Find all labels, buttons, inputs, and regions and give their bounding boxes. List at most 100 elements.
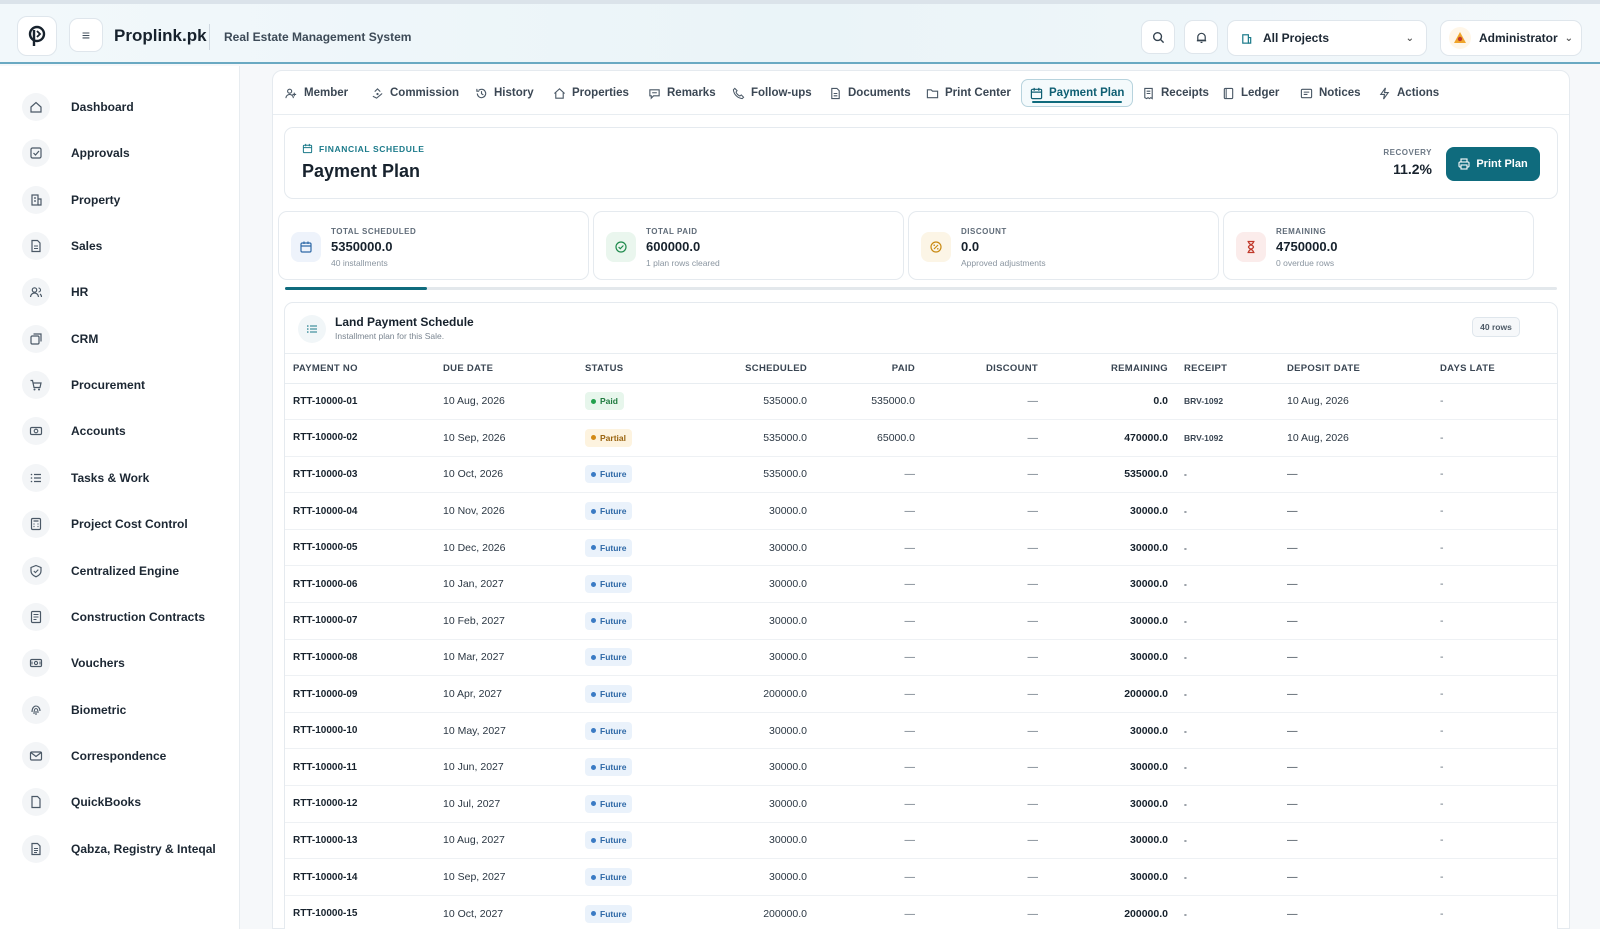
scheduled-cell: 30000.0 <box>685 822 815 860</box>
column-header-deposit-date[interactable]: DEPOSIT DATE <box>1279 354 1432 384</box>
sidebar-item-centralized-engine[interactable]: Centralized Engine <box>0 549 240 593</box>
table-row[interactable]: RTT-10000-13 10 Aug, 2027 Future 30000.0— —3… <box>285 822 1557 860</box>
due-date-cell: 10 Jun, 2027 <box>435 748 577 787</box>
tab-member[interactable]: Member <box>277 79 356 107</box>
status-dot <box>591 764 596 770</box>
scheduled-cell: 200000.0 <box>685 675 815 713</box>
scheduled-cell: 535000.0 <box>685 383 815 421</box>
column-header-days-late[interactable]: DAYS LATE <box>1432 354 1557 384</box>
tab-receipts[interactable]: Receipts <box>1134 79 1217 107</box>
search-button[interactable] <box>1141 20 1175 54</box>
sidebar-item-biometric[interactable]: Biometric <box>0 688 240 732</box>
column-header-receipt[interactable]: RECEIPT <box>1176 354 1279 384</box>
table-row[interactable]: RTT-10000-03 10 Oct, 2026 Future 535000.0— —… <box>285 456 1557 494</box>
table-row[interactable]: RTT-10000-01 10 Aug, 2026 Paid 535000.0 5350… <box>285 383 1557 421</box>
project-select[interactable]: All Projects ⌄ <box>1227 20 1427 56</box>
deposit-date-cell: — <box>1279 492 1432 530</box>
sidebar-item-accounts[interactable]: Accounts <box>0 409 240 453</box>
page-title: Payment Plan <box>302 161 421 181</box>
tab-remarks[interactable]: Remarks <box>640 79 724 107</box>
recovery-progress-fill <box>285 287 428 290</box>
table-row[interactable]: RTT-10000-11 10 Jun, 2027 Future 30000.0— —3… <box>285 748 1557 787</box>
status-dot <box>591 837 596 843</box>
column-header-payment-no[interactable]: PAYMENT NO <box>285 354 435 384</box>
sidebar-item-label: QuickBooks <box>71 795 142 810</box>
sidebar-item-qabza-registry-inteqal[interactable]: Qabza, Registry & Inteqal <box>0 827 240 871</box>
column-header-discount[interactable]: DISCOUNT <box>923 354 1046 384</box>
tab-notices[interactable]: Notices <box>1292 79 1369 107</box>
table-row[interactable]: RTT-10000-06 10 Jan, 2027 Future 30000.0— —3… <box>285 565 1557 604</box>
sidebar-item-dashboard[interactable]: Dashboard <box>0 85 240 129</box>
cash-icon <box>22 417 50 446</box>
scheduled-cell: 30000.0 <box>685 602 815 640</box>
status-cell: Future <box>577 639 685 677</box>
fingerprint-icon <box>22 695 50 724</box>
scheduled-cell: 535000.0 <box>685 419 815 457</box>
tab-print-center[interactable]: Print Center <box>918 79 1019 107</box>
notifications-button[interactable] <box>1184 20 1218 54</box>
table-row[interactable]: RTT-10000-12 10 Jul, 2027 Future 30000.0— —3… <box>285 785 1557 823</box>
users-icon <box>22 278 50 307</box>
table-row[interactable]: RTT-10000-10 10 May, 2027 Future 30000.0— —3… <box>285 712 1557 750</box>
deposit-date-cell: 10 Aug, 2026 <box>1279 383 1432 421</box>
sidebar-item-sales[interactable]: Sales <box>0 224 240 268</box>
column-header-remaining[interactable]: REMAINING <box>1046 354 1176 384</box>
proplink-logo[interactable] <box>17 16 57 56</box>
status-text: Paid <box>600 396 618 407</box>
sidebar-item-label: Vouchers <box>71 656 125 671</box>
table-row[interactable]: RTT-10000-02 10 Sep, 2026 Partial 535000.0 6… <box>285 419 1557 457</box>
sidebar-item-label: Correspondence <box>71 748 167 763</box>
column-header-scheduled[interactable]: SCHEDULED <box>685 354 815 384</box>
tab-properties[interactable]: Properties <box>545 79 637 107</box>
sidebar-item-label: Construction Contracts <box>71 609 206 624</box>
status-text: Future <box>600 689 627 700</box>
tab-actions[interactable]: Actions <box>1370 79 1447 107</box>
discount-cell: — <box>923 456 1046 494</box>
print-plan-button[interactable]: Print Plan <box>1446 147 1540 181</box>
sidebar-item-label: Procurement <box>71 378 146 393</box>
remaining-cell: 30000.0 <box>1046 748 1176 787</box>
user-menu[interactable]: Administrator ⌄ <box>1440 20 1582 56</box>
tab-documents[interactable]: Documents <box>821 79 919 107</box>
sidebar-item-correspondence[interactable]: Correspondence <box>0 734 240 778</box>
sidebar-item-crm[interactable]: CRM <box>0 317 240 361</box>
status-badge: Future <box>585 721 633 740</box>
sidebar-item-hr[interactable]: HR <box>0 270 240 314</box>
tab-payment-plan[interactable]: Payment Plan <box>1021 79 1134 107</box>
tab-ledger[interactable]: Ledger <box>1214 79 1287 107</box>
table-row[interactable]: RTT-10000-05 10 Dec, 2026 Future 30000.0— —3… <box>285 529 1557 567</box>
sidebar-item-quickbooks[interactable]: QuickBooks <box>0 780 240 824</box>
days-late-cell: - <box>1432 639 1557 677</box>
sidebar-item-project-cost-control[interactable]: Project Cost Control <box>0 502 240 546</box>
column-header-paid[interactable]: PAID <box>815 354 923 384</box>
table-row[interactable]: RTT-10000-15 10 Oct, 2027 Future 200000.0— —… <box>285 895 1557 929</box>
table-row[interactable]: RTT-10000-14 10 Sep, 2027 Future 30000.0— —3… <box>285 858 1557 896</box>
sidebar-item-tasks-work[interactable]: Tasks & Work <box>0 456 240 500</box>
stat-subtext: 0 overdue rows <box>1276 258 1335 268</box>
paid-cell: — <box>815 858 923 896</box>
sidebar-item-label: Tasks & Work <box>71 470 150 485</box>
tab-follow-ups[interactable]: Follow-ups <box>724 79 820 107</box>
column-header-due-date[interactable]: DUE DATE <box>435 354 577 384</box>
list-icon <box>298 315 326 343</box>
sidebar-item-vouchers[interactable]: Vouchers <box>0 641 240 685</box>
table-row[interactable]: RTT-10000-09 10 Apr, 2027 Future 200000.0— —… <box>285 675 1557 713</box>
mail-icon <box>22 741 50 770</box>
table-row[interactable]: RTT-10000-07 10 Feb, 2027 Future 30000.0— —3… <box>285 602 1557 640</box>
sidebar-item-construction-contracts[interactable]: Construction Contracts <box>0 595 240 639</box>
tab-history[interactable]: History <box>467 79 542 107</box>
sidebar-item-approvals[interactable]: Approvals <box>0 131 240 175</box>
stat-card-total-scheduled: TOTAL SCHEDULED 5350000.0 40 installments <box>278 211 589 280</box>
table-row[interactable]: RTT-10000-04 10 Nov, 2026 Future 30000.0— —3… <box>285 492 1557 530</box>
sidebar-item-property[interactable]: Property <box>0 178 240 222</box>
tab-commission[interactable]: Commission <box>363 79 467 107</box>
sidebar-item-procurement[interactable]: Procurement <box>0 363 240 407</box>
status-text: Future <box>600 615 627 626</box>
menu-toggle-button[interactable]: ≡ <box>69 18 103 52</box>
table-row[interactable]: RTT-10000-08 10 Mar, 2027 Future 30000.0— —3… <box>285 639 1557 677</box>
column-header-status[interactable]: STATUS <box>577 354 685 384</box>
paid-cell: — <box>815 895 923 929</box>
status-dot <box>591 545 596 551</box>
days-late-cell: - <box>1432 858 1557 896</box>
paid-cell: — <box>815 675 923 713</box>
